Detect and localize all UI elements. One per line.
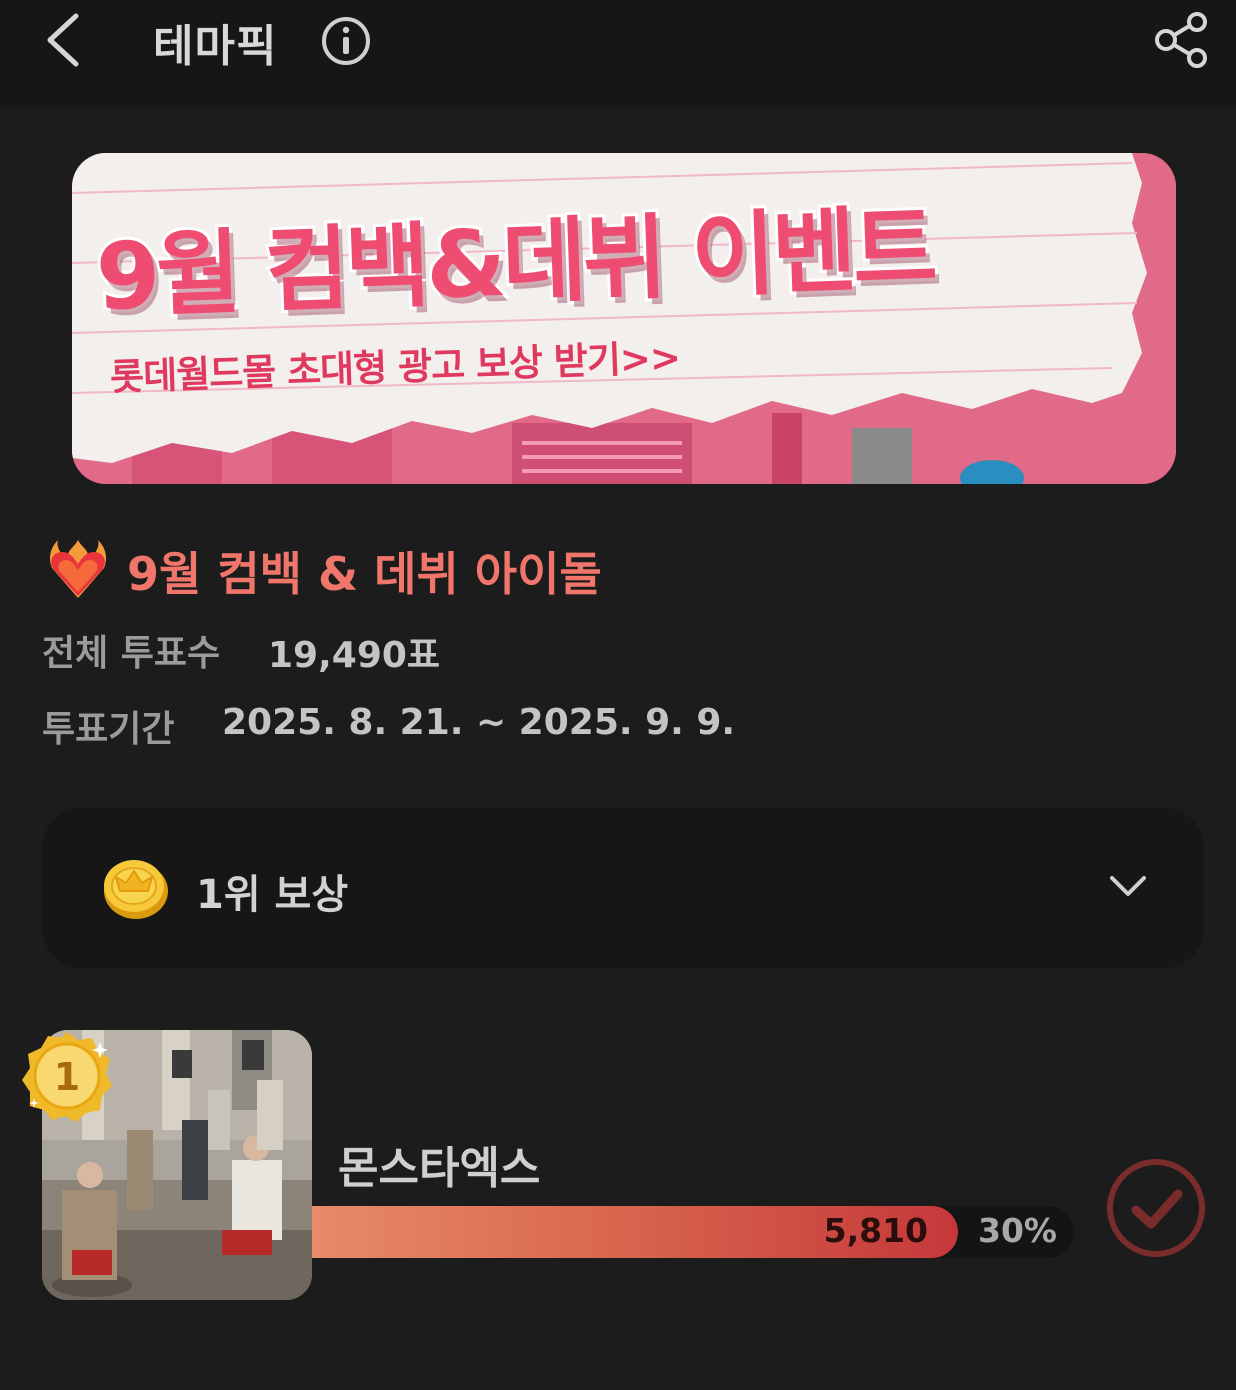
coin-crown-icon	[104, 860, 168, 919]
vote-percent: 30%	[978, 1211, 1057, 1250]
event-banner[interactable]: 9월 컴백&데뷔 이벤트 롯데월드몰 초대형 광고 보상 받기>>	[72, 153, 1176, 484]
topic-title: 9월 컴백 & 데뷔 아이돌	[127, 547, 602, 601]
chevron-left-icon	[47, 13, 79, 67]
check-circle-icon	[1107, 1159, 1205, 1257]
chevron-down-icon	[1110, 876, 1146, 896]
artist-name: 몬스타엑스	[338, 1143, 541, 1194]
share-icon	[1155, 12, 1207, 68]
total-votes-label: 전체 투표수	[42, 633, 221, 674]
rank-number: 1	[54, 1055, 80, 1099]
heart-on-fire-icon	[50, 540, 106, 598]
top-app-bar: 테마픽	[0, 0, 1236, 105]
vote-count: 5,810	[823, 1211, 928, 1250]
vote-progress-bar: 5,810 30%	[312, 1206, 1074, 1258]
rank-1-badge-icon: 1	[22, 1032, 112, 1122]
total-votes-value: 19,490표	[268, 635, 441, 676]
reward-accordion[interactable]: 1위 보상	[42, 808, 1204, 968]
page-title: 테마픽	[153, 21, 278, 72]
info-button[interactable]	[320, 15, 372, 67]
period-label: 투표기간	[42, 709, 175, 750]
ranking-item: 1 몬스타엑스 5,810 30%	[0, 1020, 1236, 1320]
share-button[interactable]	[1152, 12, 1212, 68]
reward-label: 1위 보상	[196, 872, 349, 918]
info-icon	[322, 17, 370, 65]
period-value: 2025. 8. 21. ~ 2025. 9. 9.	[222, 702, 736, 743]
back-button[interactable]	[38, 8, 98, 72]
vote-button[interactable]	[1104, 1156, 1208, 1260]
